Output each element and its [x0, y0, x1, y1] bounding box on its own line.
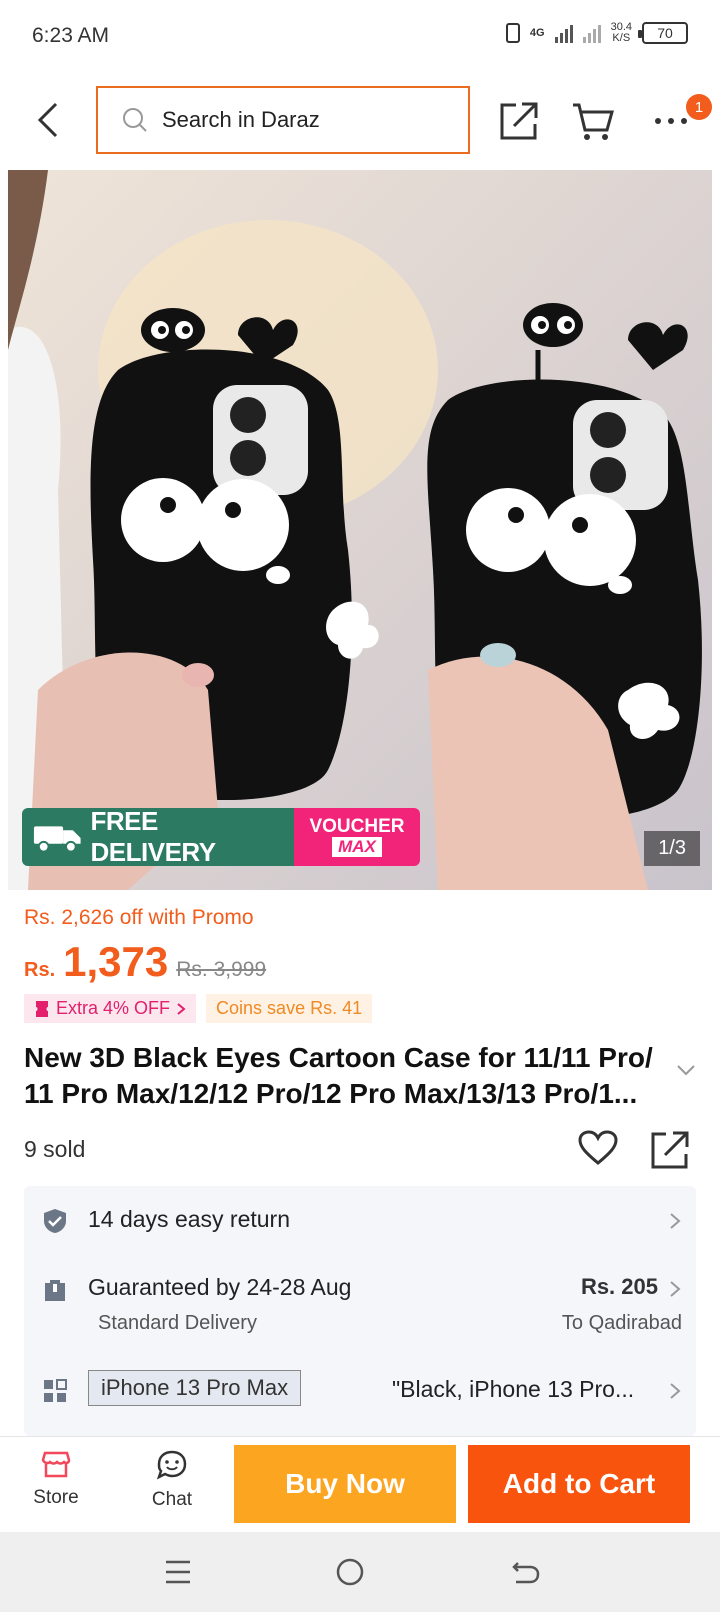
- home-nav-button[interactable]: [330, 1552, 370, 1592]
- return-policy-row[interactable]: 14 days easy return: [24, 1186, 696, 1256]
- promo-discount-text: Rs. 2,626 off with Promo: [24, 906, 254, 929]
- add-to-cart-button[interactable]: Add to Cart: [468, 1445, 690, 1523]
- voucher-max-badge: VOUCHER MAX: [294, 808, 420, 866]
- buy-now-button[interactable]: Buy Now: [234, 1445, 456, 1523]
- signal-icon: [554, 23, 573, 43]
- menu-icon: [166, 1560, 190, 1584]
- bottom-action-bar: Store Chat Buy Now Add to Cart: [0, 1436, 720, 1532]
- product-photo: [8, 170, 712, 890]
- heart-icon: [578, 1130, 618, 1165]
- wishlist-button[interactable]: [578, 1130, 622, 1174]
- store-button[interactable]: Store: [16, 1449, 96, 1509]
- back-nav-button[interactable]: [506, 1552, 546, 1592]
- price-currency: Rs.: [24, 959, 56, 981]
- status-icons: 4G 30.4 K/S 70: [505, 22, 688, 44]
- image-counter: 1/3: [644, 831, 700, 866]
- signal-2-icon: [582, 23, 601, 43]
- chevron-right-icon: [177, 1002, 186, 1015]
- delivery-type-text: Standard Delivery: [98, 1312, 257, 1334]
- variant-chip-selected[interactable]: iPhone 13 Pro Max: [88, 1370, 302, 1406]
- extra-off-label: Extra 4% OFF: [56, 998, 171, 1018]
- store-icon: [41, 1451, 71, 1478]
- voucher-label: VOUCHER: [309, 816, 405, 837]
- extra-off-tag[interactable]: Extra 4% OFF: [24, 994, 197, 1023]
- cart-button[interactable]: [570, 98, 616, 144]
- coins-save-tag: Coins save Rs. 41: [206, 994, 373, 1023]
- chat-icon: [156, 1450, 187, 1480]
- search-input[interactable]: Search in Daraz: [96, 86, 470, 154]
- product-image[interactable]: FREE DELIVERY VOUCHER MAX 1/3: [8, 170, 712, 890]
- truck-icon: [33, 826, 81, 853]
- delivery-date-text: Guaranteed by 24-28 Aug: [88, 1274, 352, 1300]
- speed-unit: K/S: [612, 32, 631, 44]
- service-info-card: 14 days easy return Guaranteed by 24-28 …: [24, 1186, 696, 1436]
- grid-icon: [44, 1379, 67, 1402]
- back-nav-icon: [512, 1562, 540, 1584]
- sold-count: 9 sold: [24, 1136, 86, 1162]
- delivery-row[interactable]: Guaranteed by 24-28 Aug Standard Deliver…: [24, 1256, 696, 1356]
- return-policy-text: 14 days easy return: [88, 1206, 291, 1232]
- search-icon: [123, 108, 147, 132]
- share-product-button[interactable]: [650, 1130, 694, 1174]
- network-type: 4G: [529, 27, 545, 39]
- price-row: Rs. 1,373 Rs. 3,999: [24, 938, 266, 986]
- product-title: New 3D Black Eyes Cartoon Case for 11/11…: [24, 1042, 653, 1109]
- search-placeholder: Search in Daraz: [162, 107, 320, 132]
- menu-nav-button[interactable]: [158, 1552, 198, 1592]
- free-delivery-badge: FREE DELIVERY: [22, 808, 294, 866]
- chevron-down-icon[interactable]: [676, 1064, 696, 1076]
- free-delivery-label: FREE DELIVERY: [90, 808, 217, 866]
- back-arrow-icon: [37, 102, 58, 138]
- home-circle-icon: [336, 1558, 364, 1586]
- battery-icon: 70: [638, 22, 688, 44]
- cart-icon: [573, 103, 614, 140]
- more-badge: 1: [686, 94, 712, 120]
- chevron-right-icon: [670, 1213, 681, 1229]
- system-nav-bar: [0, 1532, 720, 1612]
- status-time: 6:23 AM: [32, 24, 110, 47]
- ticket-icon: [36, 1000, 48, 1017]
- more-icon: [655, 118, 687, 124]
- chat-label: Chat: [151, 1489, 193, 1510]
- network-speed: 30.4 K/S: [611, 22, 632, 44]
- chevron-right-icon: [670, 1281, 681, 1297]
- package-icon: [45, 1280, 65, 1301]
- vibrate-icon: [505, 23, 520, 43]
- store-label: Store: [33, 1487, 79, 1508]
- promo-banner: FREE DELIVERY VOUCHER MAX: [22, 808, 420, 866]
- shield-check-icon: [44, 1209, 66, 1233]
- voucher-max-label: MAX: [332, 837, 382, 857]
- variant-summary: "Black, iPhone 13 Pro...: [392, 1376, 635, 1402]
- delivery-price: Rs. 205: [580, 1274, 658, 1299]
- chat-button[interactable]: Chat: [132, 1449, 212, 1511]
- share-icon: [500, 102, 538, 140]
- current-price: 1,373: [63, 938, 169, 985]
- share-button[interactable]: [496, 98, 542, 144]
- header: Search in Daraz 1: [0, 80, 720, 164]
- original-price: Rs. 3,999: [176, 958, 267, 981]
- variant-row[interactable]: iPhone 13 Pro Max "Black, iPhone 13 Pro.…: [24, 1356, 696, 1426]
- share-icon: [651, 1131, 689, 1169]
- back-button[interactable]: [28, 98, 68, 142]
- delivery-location: To Qadirabad: [561, 1312, 682, 1334]
- status-bar: 6:23 AM 4G 30.4 K/S 70: [0, 0, 720, 72]
- chevron-right-icon: [670, 1383, 681, 1399]
- offer-tags: Extra 4% OFF Coins save Rs. 41: [24, 994, 373, 1023]
